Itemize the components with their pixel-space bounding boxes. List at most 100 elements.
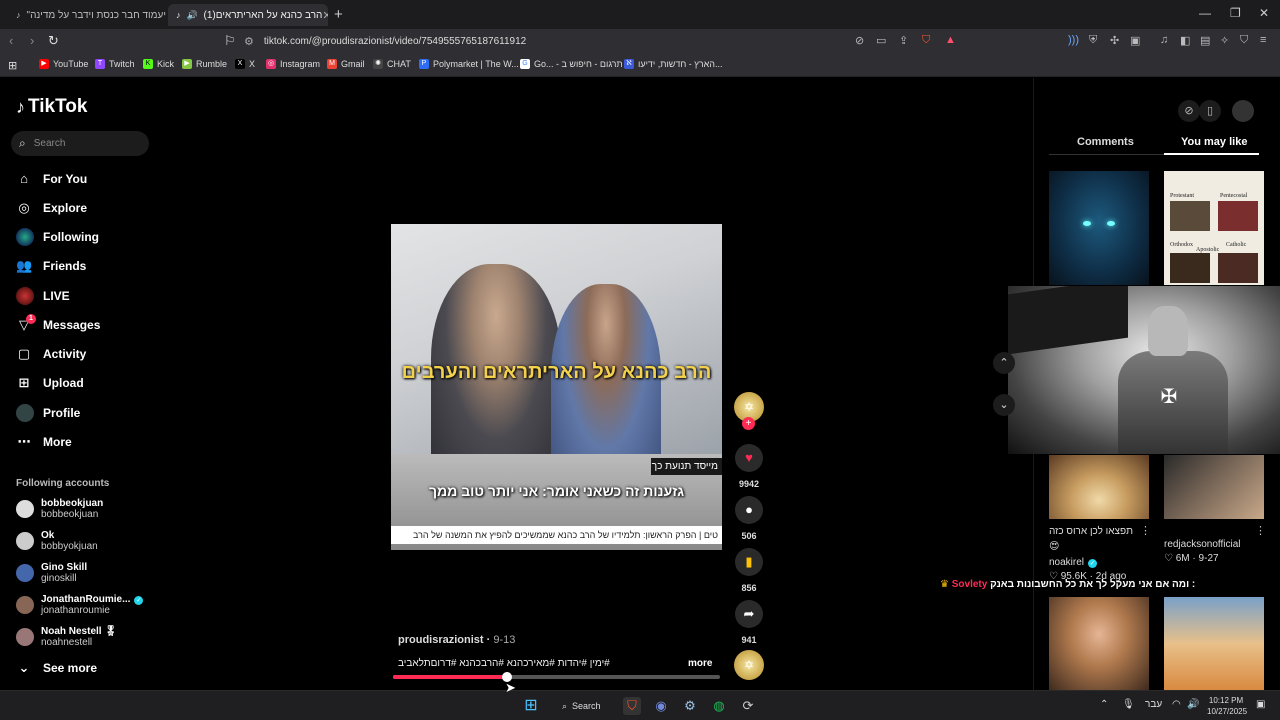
compass-icon[interactable]: ⊘ — [1178, 100, 1200, 122]
menu-icon[interactable]: ≡ — [1260, 34, 1266, 46]
nav-activity[interactable]: ▢ Activity — [16, 343, 87, 365]
browser-tab[interactable]: ♪ "לא יעמוד חבר כנסת וידבר על מדינה — [8, 4, 166, 26]
card-author[interactable]: noakirel ✓ — [1049, 557, 1098, 568]
follow-plus-button[interactable]: + — [742, 417, 755, 430]
search-input[interactable]: ⌕ Search — [11, 131, 149, 156]
bookmark-twitch[interactable]: T Twitch — [95, 59, 135, 69]
sidebar-toggle-icon[interactable]: ◧ — [1180, 34, 1190, 47]
wifi-icon[interactable]: ◠ — [1172, 699, 1181, 710]
bookmark-google-translate[interactable]: G Go... - תרגום - חיפוש ב — [520, 59, 623, 69]
user-avatar[interactable] — [1232, 100, 1254, 122]
screenshot-icon[interactable]: ▣ — [1130, 34, 1140, 47]
nav-live[interactable]: LIVE — [16, 285, 70, 307]
share-button[interactable]: ➦ 941 — [735, 600, 763, 645]
nav-profile[interactable]: Profile — [16, 402, 80, 424]
following-account[interactable]: Ok bobbyokjuan — [16, 530, 98, 552]
no-camera-icon[interactable]: ⊘ — [855, 34, 864, 47]
share-page-icon[interactable]: ⇪ — [899, 34, 908, 47]
tab-comments[interactable]: Comments — [1077, 136, 1134, 148]
audio-playing-icon[interactable]: ))) — [1068, 34, 1079, 46]
brave-rewards-icon[interactable]: ▲ — [945, 34, 956, 46]
language-indicator[interactable]: עבר — [1145, 699, 1162, 710]
following-account[interactable]: Gino Skill ginoskill — [16, 562, 87, 584]
speaker-icon[interactable]: 🔊 — [187, 10, 198, 21]
tray-chevron-icon[interactable]: ⌃ — [1100, 699, 1108, 710]
video-thumbnail[interactable] — [1164, 455, 1264, 519]
bookmark-kick[interactable]: K Kick — [143, 59, 174, 69]
scroll-down-button[interactable]: ⌄ — [993, 394, 1015, 416]
nav-for-you[interactable]: ⌂ For You — [16, 168, 87, 190]
tiktok-logo[interactable]: ♪ TikTok — [16, 96, 87, 118]
nav-more[interactable]: ⋯ More — [16, 431, 72, 453]
close-window-button[interactable]: ✕ — [1259, 6, 1269, 20]
cast-icon[interactable]: ▭ — [876, 34, 886, 47]
bookmark-polymarket[interactable]: P Polymarket | The W... — [419, 59, 519, 69]
steam-icon[interactable]: ⚙ — [681, 697, 699, 715]
media-icon[interactable]: ♫ — [1160, 34, 1168, 46]
card-menu-icon[interactable]: ⋮ — [1140, 524, 1151, 537]
leo-ai-icon[interactable]: ✧ — [1220, 34, 1229, 47]
following-account[interactable]: JonathanRoumie... ✓ jonathanroumie — [16, 594, 144, 616]
spotify-icon[interactable]: ◍ — [710, 697, 728, 715]
wallet-icon[interactable]: ▤ — [1200, 34, 1210, 47]
bookmark-instagram[interactable]: ◎ Instagram — [266, 59, 320, 69]
video-thumbnail[interactable] — [1164, 597, 1264, 690]
video-author[interactable]: proudisrazionist · 9-13 — [398, 634, 515, 646]
brave-browser-icon[interactable]: ⛉ — [623, 697, 641, 715]
reload-icon[interactable]: ↻ — [48, 34, 59, 48]
back-icon[interactable]: ‹ — [9, 34, 13, 48]
app-icon[interactable]: ⟳ — [739, 697, 757, 715]
card-author[interactable]: redjacksonofficial — [1164, 539, 1241, 550]
tab-you-may-like[interactable]: You may like — [1181, 136, 1247, 148]
video-thumbnail[interactable] — [1049, 597, 1149, 690]
minimize-button[interactable]: — — [1199, 6, 1211, 20]
extensions-icon[interactable]: ✣ — [1110, 34, 1119, 47]
see-more-button[interactable]: ⌄ See more — [16, 657, 97, 679]
new-tab-button[interactable]: + — [334, 6, 343, 23]
browser-tab-active[interactable]: ♪ 🔊 (1)הרב כהנא על האריתראים ✕ — [168, 4, 328, 26]
more-button[interactable]: more — [688, 658, 712, 669]
bookmark-youtube[interactable]: ▶ YouTube — [39, 59, 88, 69]
nav-friends[interactable]: 👥 Friends — [16, 255, 86, 277]
nav-explore[interactable]: ◎ Explore — [16, 197, 87, 219]
video-player[interactable]: הרב כהנא על האריתראים והערבים מייסד תנוע… — [391, 224, 722, 550]
shield-icon[interactable]: ⛉ — [1240, 34, 1248, 47]
notification-icon[interactable]: ▣ — [1256, 699, 1265, 710]
taskbar-clock[interactable]: 10:12 PM 10/27/2025 — [1207, 695, 1247, 717]
video-thumbnail[interactable] — [1049, 171, 1149, 285]
microphone-icon[interactable]: 🎙 — [1122, 699, 1135, 710]
bookmark-x[interactable]: XX — [235, 59, 255, 69]
video-progress-bar[interactable] — [393, 672, 720, 682]
bookmark-chat[interactable]: ✺ CHAT — [373, 59, 411, 69]
following-account[interactable]: Noah Nestell 🎖 noahnestell — [16, 626, 117, 648]
card-menu-icon[interactable]: ⋮ — [1255, 524, 1266, 537]
video-thumbnail[interactable] — [1049, 455, 1149, 519]
comment-button[interactable]: ● 506 — [735, 496, 763, 541]
following-account[interactable]: bobbeokjuan bobbeokjuan — [16, 498, 103, 520]
floating-video-preview[interactable]: ✠ — [1008, 286, 1280, 454]
video-description[interactable]: #ימין #יהדות #מאירכהנא #הרבכהנא #דרוםתלא… — [398, 658, 610, 669]
vpn-icon[interactable]: ⛨ — [1089, 34, 1097, 47]
scroll-up-button[interactable]: ⌃ — [993, 352, 1015, 374]
card-title[interactable]: תפצאו לכן ארוס כזה — [1049, 526, 1133, 537]
apps-grid-icon[interactable]: ⊞ — [8, 59, 17, 72]
music-disc[interactable]: ✡ — [734, 650, 764, 680]
nav-following[interactable]: Following — [16, 226, 99, 248]
windows-start-icon[interactable]: ⊞ — [522, 697, 540, 715]
bookmark-haaretz[interactable]: ℵ הארץ - חדשות, ידיעו... — [624, 59, 723, 69]
forward-icon[interactable]: › — [30, 34, 34, 48]
like-button[interactable]: ♥ 9942 — [735, 444, 763, 489]
volume-icon[interactable]: 🔊 — [1187, 699, 1199, 710]
maximize-button[interactable]: ❐ — [1230, 6, 1241, 20]
nav-messages[interactable]: ▽ 1 Messages — [16, 314, 100, 336]
brave-shield-icon[interactable]: ⛉ — [922, 34, 930, 47]
taskbar-search[interactable]: ⌕ Search — [557, 696, 609, 716]
save-button[interactable]: ▮ 856 — [735, 548, 763, 593]
device-icon[interactable]: ▯ — [1199, 100, 1221, 122]
video-thumbnail[interactable]: Protestant Pentecostal Orthodox Catholic… — [1164, 171, 1264, 285]
bookmark-icon[interactable]: ⚐ — [224, 34, 236, 48]
nav-upload[interactable]: ⊞ Upload — [16, 372, 84, 394]
close-tab-icon[interactable]: ✕ — [322, 9, 328, 22]
bookmark-gmail[interactable]: M Gmail — [327, 59, 365, 69]
bookmark-rumble[interactable]: ▶ Rumble — [182, 59, 227, 69]
